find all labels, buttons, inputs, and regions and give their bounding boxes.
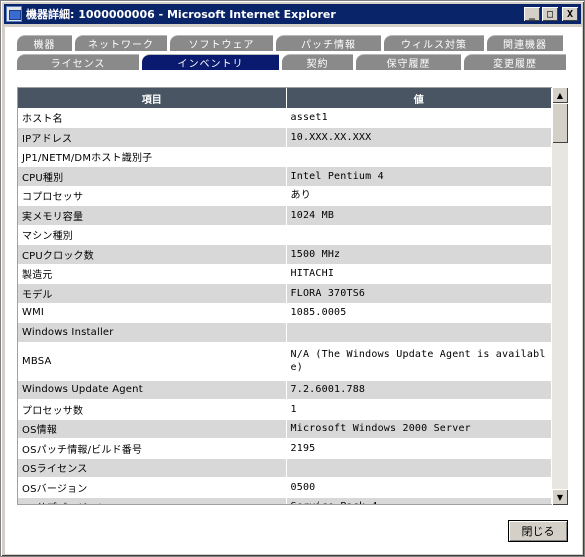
close-button[interactable]: 閉じる	[508, 520, 568, 542]
table-row: MBSA N/A (The Windows Update Agent is ava…	[18, 342, 552, 381]
row-item-value: あり	[286, 186, 552, 206]
row-item-value: HITACHI	[286, 264, 552, 284]
scroll-down-button[interactable]: ▼	[552, 489, 568, 505]
row-item-label: IPアドレス	[18, 127, 287, 148]
tab-row-1: 機器 ネットワーク ソフトウェア パッチ情報 ウィルス対策 関連機器	[17, 35, 566, 51]
row-item-value: 1085.0005	[286, 303, 552, 323]
title-bar: 機器詳細: 1000000006 - Microsoft Internet Ex…	[4, 4, 581, 24]
row-item-value: 2195	[286, 438, 552, 459]
inventory-table: 項目 値 ホスト名 asset1 IPアドレス 10.XXX.XX.XXX JP1/NE…	[18, 88, 552, 504]
row-item-label: OSバージョン	[18, 477, 287, 498]
row-item-label: JP1/NETM/DMホスト識別子	[18, 147, 287, 167]
table-row: OSパッチ情報/ビルド番号 2195	[18, 438, 552, 459]
table-row: JP1/NETM/DMホスト識別子	[18, 147, 552, 167]
close-window-button[interactable]: X	[562, 7, 578, 21]
row-item-value: 10.XXX.XX.XXX	[286, 127, 552, 148]
row-item-label: CPU種別	[18, 166, 287, 187]
row-item-label: MBSA	[18, 342, 287, 381]
tab-change-history[interactable]: 変更履歴	[464, 54, 566, 70]
row-item-label: ホスト名	[18, 108, 287, 128]
row-item-label: コプロセッサ	[18, 186, 287, 206]
scroll-thumb[interactable]	[552, 103, 568, 143]
row-item-value: Intel Pentium 4	[286, 166, 552, 187]
row-item-label: CPUクロック数	[18, 244, 287, 265]
tab-license[interactable]: ライセンス	[17, 54, 139, 70]
row-item-value: 0500	[286, 477, 552, 498]
row-item-label: OSライセンス	[18, 458, 287, 478]
row-item-label: モデル	[18, 283, 287, 304]
row-item-value: FLORA 370TS6	[286, 283, 552, 304]
row-item-label: 実メモリ容量	[18, 205, 287, 226]
vertical-scrollbar[interactable]: ▲ ▼	[552, 87, 568, 505]
row-item-value: Service Pack 4	[286, 497, 552, 504]
table-row: ホスト名 asset1	[18, 108, 552, 128]
table-row: IPアドレス 10.XXX.XX.XXX	[18, 127, 552, 148]
table-row: CPU種別 Intel Pentium 4	[18, 166, 552, 187]
table-body: ホスト名 asset1 IPアドレス 10.XXX.XX.XXX JP1/NETM/DM…	[18, 108, 552, 504]
table-row: 製造元 HITACHI	[18, 264, 552, 284]
tab-virus-protection[interactable]: ウィルス対策	[384, 35, 484, 51]
table-row: CPUクロック数 1500 MHz	[18, 244, 552, 265]
tab-software[interactable]: ソフトウェア	[170, 35, 273, 51]
table-row: WMI 1085.0005	[18, 303, 552, 323]
row-item-label: OSサブバージョン	[18, 497, 287, 504]
table-row: 実メモリ容量 1024 MB	[18, 205, 552, 226]
row-item-value: 1500 MHz	[286, 244, 552, 265]
tab-row-2: ライセンス インベントリ 契約 保守履歴 変更履歴	[17, 54, 569, 70]
row-item-label: WMI	[18, 303, 287, 323]
row-item-label: Windows Installer	[18, 322, 287, 343]
table-row: モデル FLORA 370TS6	[18, 283, 552, 304]
tab-inventory[interactable]: インベントリ	[142, 54, 279, 70]
column-header-item: 項目	[18, 88, 287, 108]
tab-patch-info[interactable]: パッチ情報	[276, 35, 381, 51]
table-header-row: 項目 値	[18, 88, 552, 108]
minimize-button[interactable]: _	[524, 7, 540, 21]
row-item-label: 製造元	[18, 264, 287, 284]
table-row: OSバージョン 0500	[18, 477, 552, 498]
row-item-value: 7.2.6001.788	[286, 380, 552, 400]
tab-related-devices[interactable]: 関連機器	[487, 35, 563, 51]
row-item-value: 1	[286, 399, 552, 420]
browser-window: 機器詳細: 1000000006 - Microsoft Internet Ex…	[0, 0, 585, 557]
row-item-value: N/A (The Windows Update Agent is availab…	[286, 342, 552, 381]
row-item-label: OSパッチ情報/ビルド番号	[18, 438, 287, 459]
column-header-value: 値	[286, 88, 552, 108]
tab-device[interactable]: 機器	[17, 35, 72, 51]
window-title: 機器詳細: 1000000006 - Microsoft Internet Ex…	[26, 8, 336, 21]
row-item-label: マシン種別	[18, 225, 287, 245]
table-row: OSサブバージョンService Pack 4	[18, 497, 552, 504]
row-item-label: Windows Update Agent	[18, 380, 287, 400]
row-item-value: Microsoft Windows 2000 Server	[286, 419, 552, 439]
internet-explorer-icon	[6, 6, 22, 22]
table-row: OSライセンス	[18, 458, 552, 478]
row-item-label: プロセッサ数	[18, 399, 287, 420]
row-item-value	[286, 225, 552, 245]
scroll-up-button[interactable]: ▲	[552, 87, 568, 103]
table-row: プロセッサ数 1	[18, 399, 552, 420]
row-item-value	[286, 458, 552, 478]
row-item-value	[286, 322, 552, 343]
tab-contract[interactable]: 契約	[282, 54, 353, 70]
row-item-value: 1024 MB	[286, 205, 552, 226]
maximize-button[interactable]: □	[542, 7, 558, 21]
table-row: Windows Update Agent 7.2.6001.788	[18, 380, 552, 400]
table-row: Windows Installer	[18, 322, 552, 343]
page-content: 機器 ネットワーク ソフトウェア パッチ情報 ウィルス対策 関連機器 ライセンス…	[5, 27, 582, 554]
table-row: コプロセッサ あり	[18, 186, 552, 206]
tab-network[interactable]: ネットワーク	[75, 35, 167, 51]
row-item-value: asset1	[286, 108, 552, 128]
tab-maintenance-history[interactable]: 保守履歴	[356, 54, 461, 70]
row-item-value	[286, 147, 552, 167]
row-item-label: OS情報	[18, 419, 287, 439]
table-row: OS情報 Microsoft Windows 2000 Server	[18, 419, 552, 439]
inventory-table-frame[interactable]: 項目 値 ホスト名 asset1 IPアドレス 10.XXX.XX.XXX JP1/NE…	[17, 87, 566, 505]
table-row: マシン種別	[18, 225, 552, 245]
